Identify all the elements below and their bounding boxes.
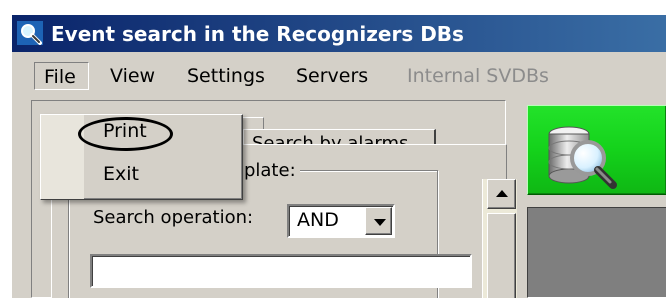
scroll-up-button[interactable] [487, 179, 516, 209]
database-search-icon [548, 126, 617, 189]
license-plate-input[interactable] [90, 254, 472, 288]
menu-icon-strip [41, 115, 84, 199]
menu-servers[interactable]: Servers [287, 62, 377, 90]
result-display-area [527, 207, 666, 298]
screenshot: Event search in the Recognizers DBs File… [0, 0, 666, 298]
search-operation-label: Search operation: [93, 207, 254, 228]
search-operation-value: AND [297, 209, 339, 231]
vertical-scrollbar[interactable] [482, 179, 517, 298]
chevron-down-icon [374, 219, 386, 226]
menu-settings[interactable]: Settings [178, 62, 274, 90]
chevron-up-icon [496, 190, 508, 197]
title-bar: Event search in the Recognizers DBs [12, 15, 666, 52]
app-window: Event search in the Recognizers DBs File… [11, 15, 666, 298]
search-icon [17, 21, 43, 45]
menu-bar: File View Settings Servers Internal SVDB… [12, 52, 666, 99]
right-controls [519, 105, 666, 298]
menu-internal-svdbs: Internal SVDBs [407, 65, 549, 87]
scroll-thumb[interactable] [487, 213, 516, 298]
file-dropdown-menu: Print Exit [40, 114, 243, 200]
menu-item-print[interactable]: Print [103, 120, 147, 142]
dropdown-button[interactable] [365, 207, 392, 235]
menu-view[interactable]: View [101, 62, 164, 90]
menu-item-exit[interactable]: Exit [103, 163, 139, 185]
window-title: Event search in the Recognizers DBs [51, 22, 464, 46]
search-operation-select[interactable]: AND [287, 204, 395, 238]
menu-file[interactable]: File [34, 62, 89, 90]
database-search-button[interactable] [527, 105, 666, 195]
